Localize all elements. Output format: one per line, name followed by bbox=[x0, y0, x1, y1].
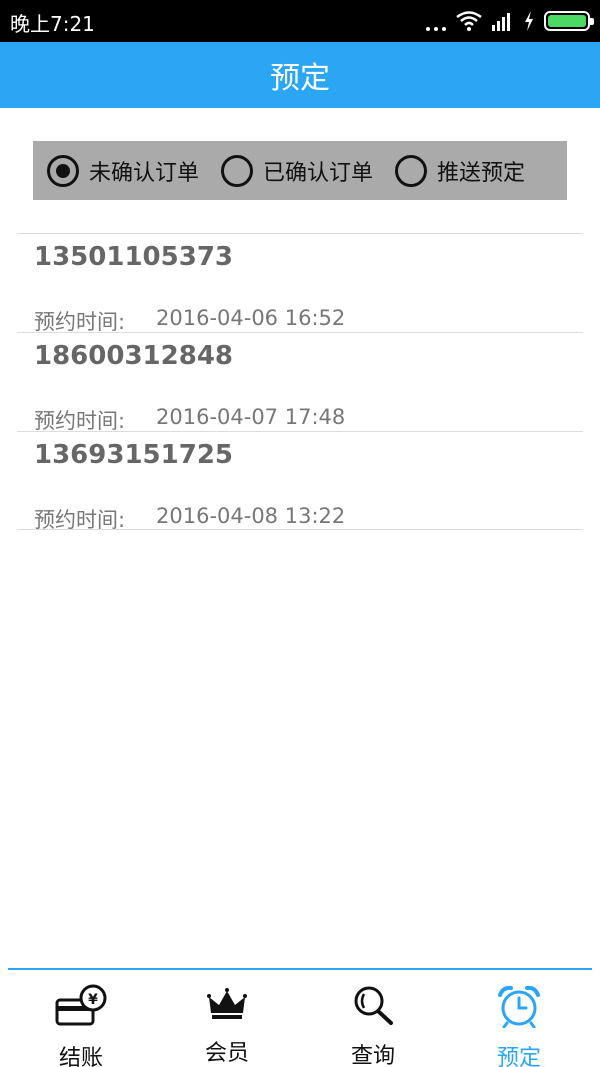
nav-item-reservation[interactable]: 预定 bbox=[446, 970, 592, 1067]
nav-item-checkout[interactable]: ¥ 结账 bbox=[8, 970, 154, 1067]
radio-confirmed-orders[interactable]: 已确认订单 bbox=[221, 154, 374, 187]
list-item[interactable]: 13693151725 预约时间: 2016-04-08 13:22 bbox=[17, 431, 583, 532]
magnifier-icon bbox=[347, 984, 399, 1026]
order-phone: 18600312848 bbox=[34, 341, 233, 371]
charging-icon bbox=[525, 11, 533, 31]
status-icons bbox=[426, 8, 594, 34]
radio-unchecked-icon[interactable] bbox=[221, 154, 254, 187]
nav-label: 会员 bbox=[204, 1041, 249, 1066]
wifi-icon bbox=[456, 11, 482, 31]
nav-item-search[interactable]: 查询 bbox=[300, 970, 446, 1067]
status-time: 晚上7:21 bbox=[10, 12, 95, 36]
signal-icon bbox=[492, 13, 510, 31]
alarm-clock-icon bbox=[493, 984, 545, 1028]
radio-label: 推送预定 bbox=[437, 160, 526, 186]
radio-unconfirmed-orders[interactable]: 未确认订单 bbox=[47, 154, 200, 187]
page-title: 预定 bbox=[270, 61, 330, 96]
order-time: 2016-04-08 13:22 bbox=[156, 504, 346, 528]
radio-push-reservations[interactable]: 推送预定 bbox=[395, 154, 526, 187]
nav-label: 查询 bbox=[350, 1044, 395, 1067]
radio-unchecked-icon[interactable] bbox=[395, 154, 428, 187]
more-dots-icon bbox=[426, 11, 446, 31]
radio-label: 已确认订单 bbox=[263, 160, 374, 186]
order-time-row: 预约时间: 2016-04-08 13:22 bbox=[34, 504, 345, 534]
svg-text:¥: ¥ bbox=[88, 992, 98, 1008]
nav-item-members[interactable]: 会员 bbox=[154, 970, 300, 1067]
crown-icon bbox=[201, 984, 253, 1023]
card-yuan-icon: ¥ bbox=[55, 984, 107, 1028]
bottom-nav: ¥ 结账 会员 查询 预定 bbox=[8, 968, 592, 1067]
order-phone: 13693151725 bbox=[34, 440, 233, 470]
battery-icon bbox=[544, 11, 594, 31]
nav-label: 预定 bbox=[496, 1046, 541, 1067]
order-time-label: 预约时间: bbox=[34, 508, 126, 532]
radio-label: 未确认订单 bbox=[89, 160, 200, 186]
status-bar: 晚上7:21 bbox=[0, 0, 600, 42]
reservation-list: 13501105373 预约时间: 2016-04-06 16:52 18600… bbox=[17, 233, 583, 532]
radio-checked-icon[interactable] bbox=[47, 154, 79, 187]
list-item[interactable]: 13501105373 预约时间: 2016-04-06 16:52 bbox=[17, 233, 583, 334]
order-phone: 13501105373 bbox=[34, 242, 233, 272]
order-filter-radio-group: 未确认订单 已确认订单 推送预定 bbox=[33, 141, 567, 200]
list-item[interactable]: 18600312848 预约时间: 2016-04-07 17:48 bbox=[17, 332, 583, 433]
nav-label: 结账 bbox=[58, 1046, 103, 1067]
title-bar: 预定 bbox=[0, 42, 600, 108]
